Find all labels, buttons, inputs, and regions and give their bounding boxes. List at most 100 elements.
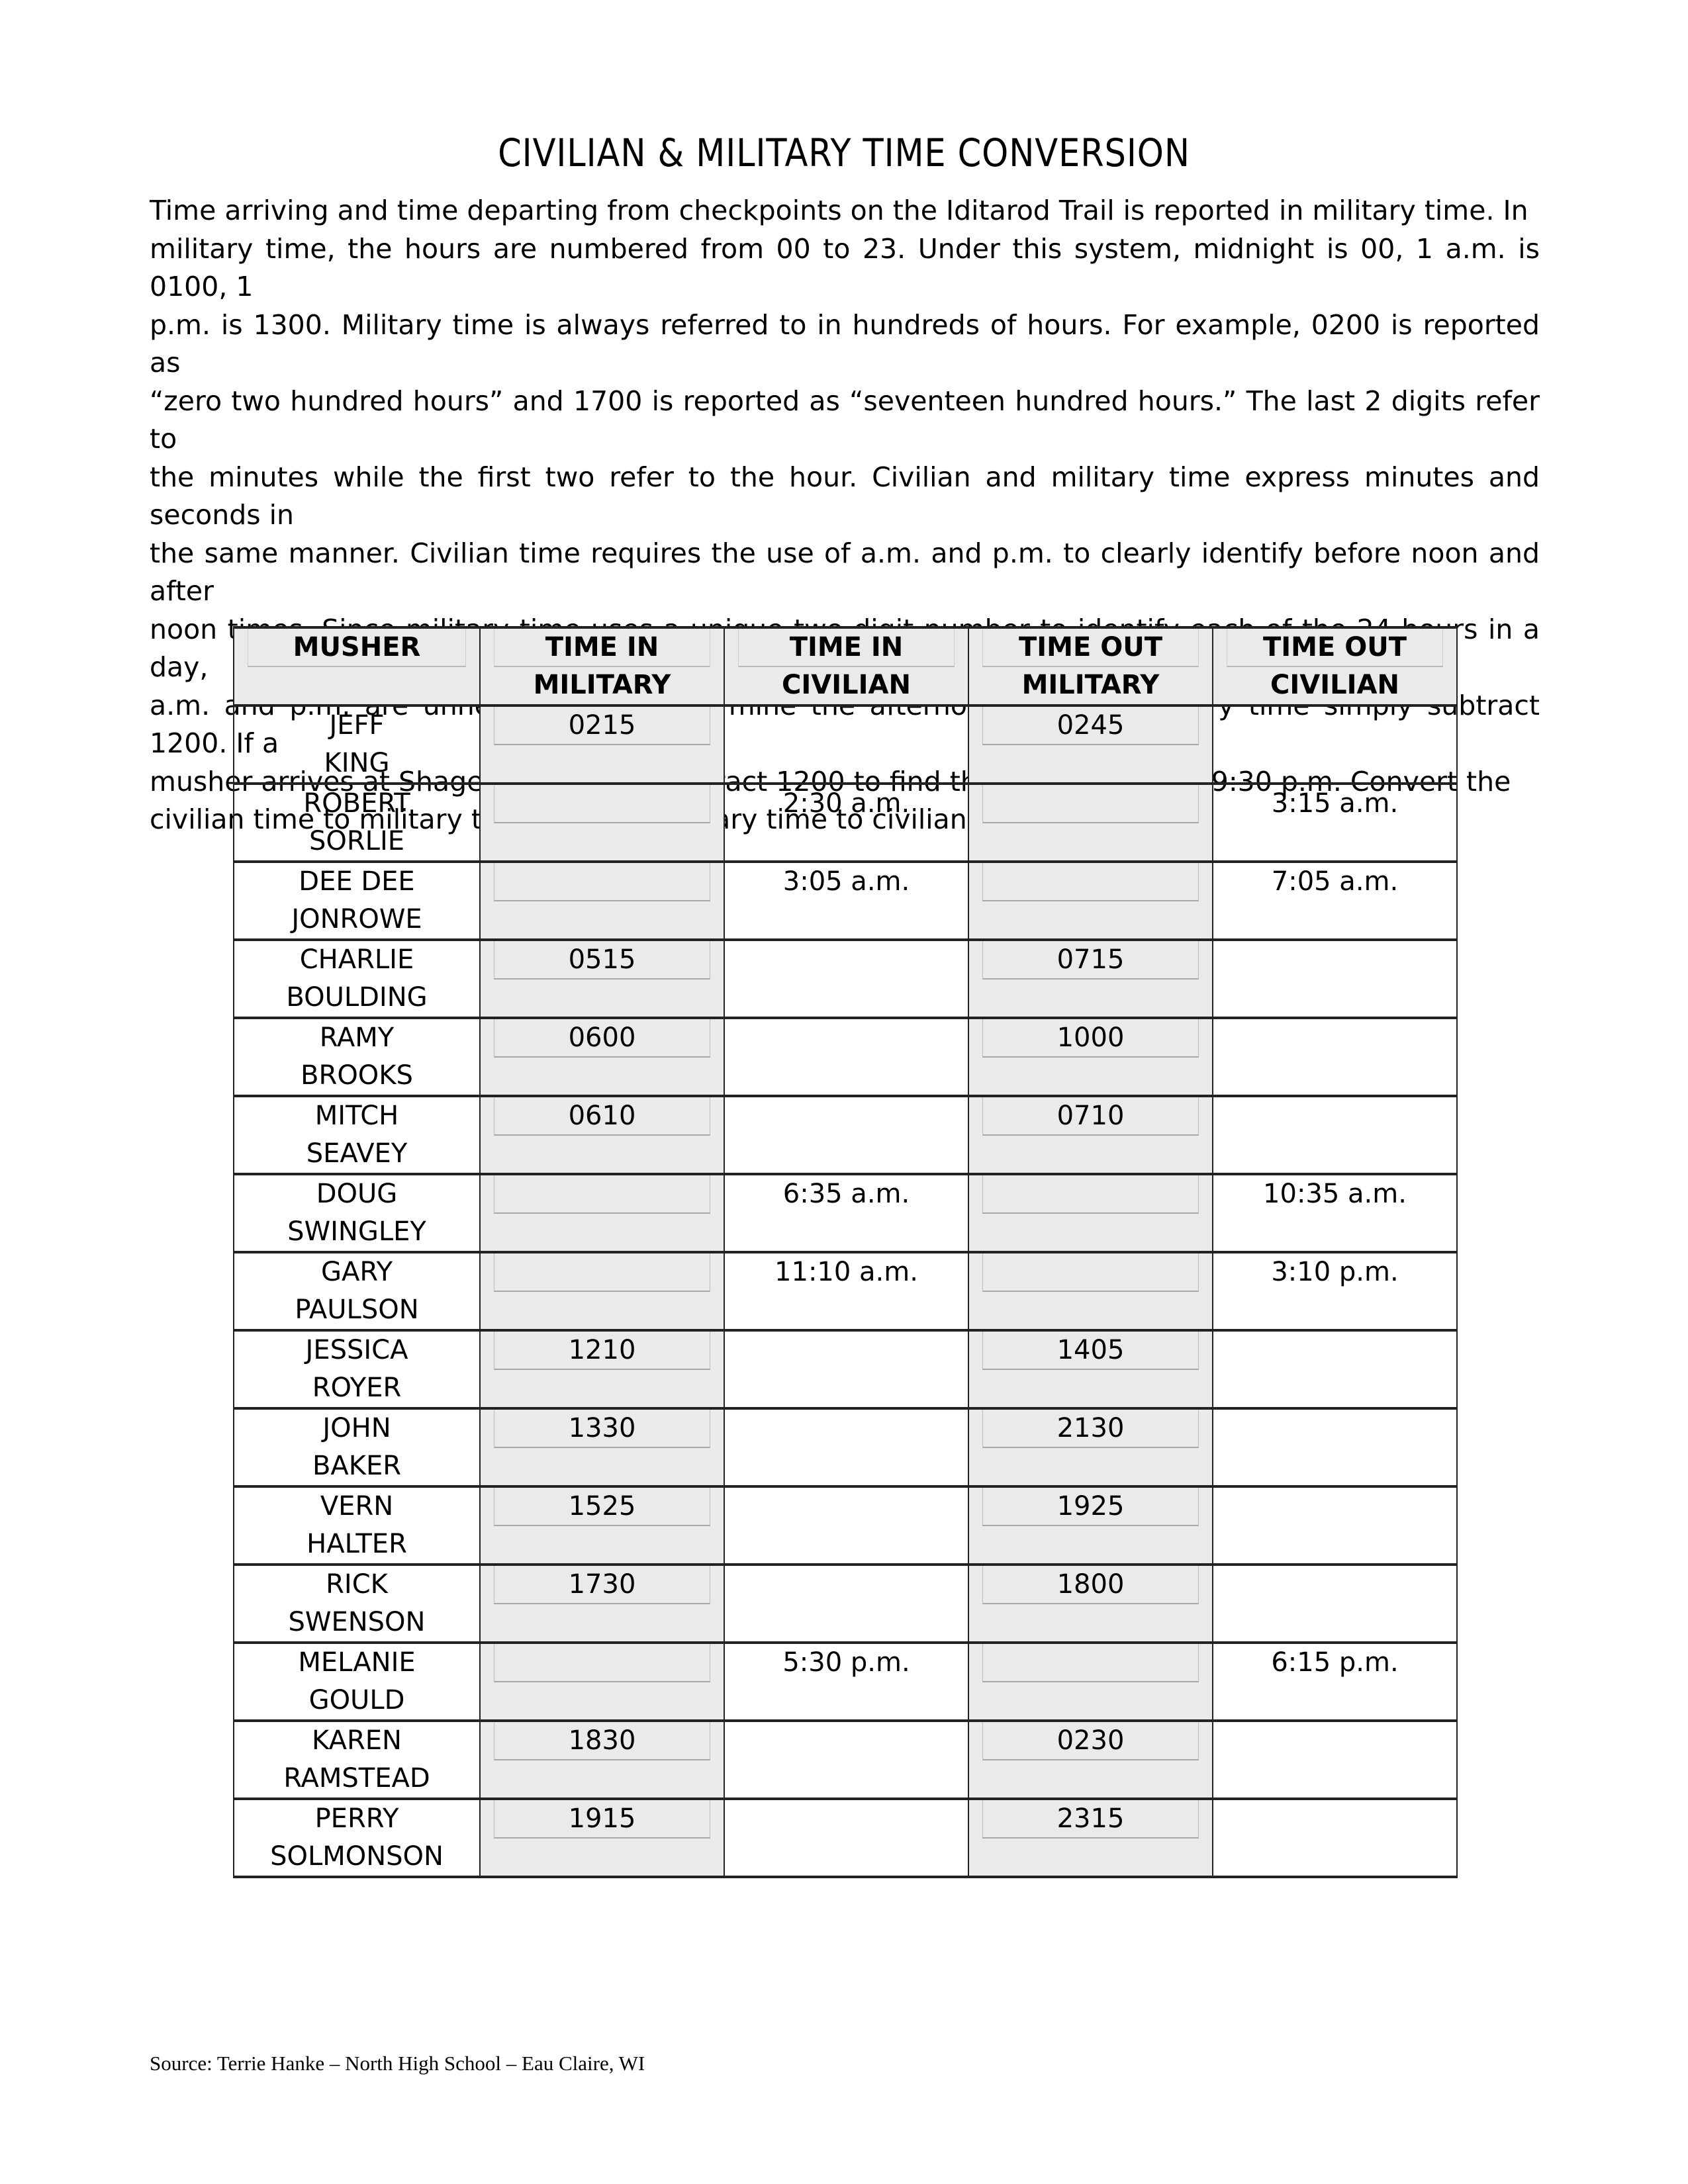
table-row: GARY PAULSON 11:10 a.m. 3:10 p.m.: [233, 1251, 1458, 1332]
time-value: 6:35 a.m.: [782, 1179, 910, 1209]
intro-line: p.m. is 1300. Military time is always re…: [150, 308, 1540, 379]
answer-field-box: [982, 863, 1199, 901]
time-in-civilian-cell[interactable]: [724, 1095, 969, 1175]
time-out-military-cell: 1000: [968, 1017, 1213, 1097]
musher-name-cell: CHARLIE BOULDING: [233, 938, 481, 1019]
musher-name-cell: ROBERT SORLIE: [233, 782, 481, 863]
musher-last-name: KING: [324, 748, 390, 778]
time-in-military-cell: 1210: [479, 1329, 725, 1410]
time-out-military-cell: 2130: [968, 1407, 1213, 1488]
time-out-military-cell[interactable]: [968, 860, 1213, 941]
time-value: 0230: [1056, 1725, 1125, 1756]
musher-first-name: JOHN: [322, 1413, 391, 1443]
time-in-civilian-cell[interactable]: [724, 1407, 969, 1488]
answer-field-box: [494, 1175, 710, 1214]
table-row: DEE DEE JONROWE 3:05 a.m. 7:05 a.m.: [233, 860, 1458, 941]
time-out-civilian-cell[interactable]: [1212, 1797, 1458, 1878]
time-value: 3:05 a.m.: [782, 866, 910, 897]
time-out-military-cell: 0710: [968, 1095, 1213, 1175]
musher-first-name: KAREN: [312, 1725, 402, 1756]
time-out-civilian-cell[interactable]: [1212, 1329, 1458, 1410]
time-value: 11:10 a.m.: [774, 1257, 918, 1287]
musher-last-name: SEAVEY: [306, 1138, 408, 1169]
time-out-military-cell[interactable]: [968, 1251, 1213, 1332]
time-in-military-cell[interactable]: [479, 1641, 725, 1722]
musher-first-name: JEFF: [329, 710, 385, 741]
time-value: 1525: [568, 1491, 636, 1522]
answer-field-box: [982, 1175, 1199, 1214]
time-value: 10:35 a.m.: [1263, 1179, 1407, 1209]
musher-name-cell: DOUG SWINGLEY: [233, 1173, 481, 1253]
time-value: 0610: [568, 1101, 636, 1131]
time-value: 3:10 p.m.: [1271, 1257, 1399, 1287]
time-value: 7:05 a.m.: [1271, 866, 1399, 897]
time-value: 2315: [1056, 1803, 1125, 1834]
time-out-military-cell[interactable]: [968, 782, 1213, 863]
time-value: 6:15 p.m.: [1271, 1647, 1399, 1678]
answer-field-box: [982, 1253, 1199, 1292]
header-time-in-civilian: TIME IN CIVILIAN: [724, 626, 969, 707]
answer-field-box: [982, 785, 1199, 823]
time-in-civilian-cell: 11:10 a.m.: [724, 1251, 969, 1332]
table-row: ROBERT SORLIE 2:30 a.m. 3:15 a.m.: [233, 782, 1458, 863]
header-time-in-military: TIME IN MILITARY: [479, 626, 725, 707]
answer-field-box: [494, 1644, 710, 1682]
time-out-civilian-cell[interactable]: [1212, 1485, 1458, 1566]
table-row: PERRY SOLMONSON 1915 2315: [233, 1797, 1458, 1878]
time-in-civilian-cell[interactable]: [724, 1485, 969, 1566]
time-value: 1800: [1056, 1569, 1125, 1600]
time-in-civilian-cell[interactable]: [724, 1563, 969, 1644]
intro-line: military time, the hours are numbered fr…: [150, 232, 1540, 303]
time-out-military-cell: 0715: [968, 938, 1213, 1019]
time-in-civilian-cell[interactable]: [724, 938, 969, 1019]
time-in-civilian-cell[interactable]: [724, 704, 969, 785]
musher-last-name: JONROWE: [291, 904, 422, 934]
time-in-military-cell: 1730: [479, 1563, 725, 1644]
time-out-civilian-cell[interactable]: [1212, 1095, 1458, 1175]
table-row: RICK SWENSON 1730 1800: [233, 1563, 1458, 1644]
musher-first-name: GARY: [320, 1257, 393, 1287]
time-out-civilian-cell: 10:35 a.m.: [1212, 1173, 1458, 1253]
table-header-row: MUSHER TIME IN MILITARY TIME IN CIVILIAN T…: [233, 626, 1458, 707]
answer-field-box: [494, 785, 710, 823]
musher-last-name: HALTER: [306, 1529, 407, 1559]
time-in-military-cell[interactable]: [479, 782, 725, 863]
time-in-military-cell[interactable]: [479, 1251, 725, 1332]
time-in-civilian-cell[interactable]: [724, 1329, 969, 1410]
header-musher: MUSHER: [233, 626, 481, 707]
time-value: 2:30 a.m.: [782, 788, 910, 819]
musher-name-cell: MELANIE GOULD: [233, 1641, 481, 1722]
musher-first-name: ROBERT: [303, 788, 410, 819]
time-value: 1330: [568, 1413, 636, 1443]
time-in-civilian-cell[interactable]: [724, 1017, 969, 1097]
time-out-civilian-cell[interactable]: [1212, 704, 1458, 785]
table-row: CHARLIE BOULDING 0515 0715: [233, 938, 1458, 1019]
time-in-military-cell[interactable]: [479, 860, 725, 941]
page-title: CIVILIAN & MILITARY TIME CONVERSION: [498, 130, 1190, 175]
time-in-military-cell[interactable]: [479, 1173, 725, 1253]
time-in-civilian-cell[interactable]: [724, 1797, 969, 1878]
time-in-civilian-cell[interactable]: [724, 1719, 969, 1800]
time-out-civilian-cell[interactable]: [1212, 1719, 1458, 1800]
musher-last-name: RAMSTEAD: [283, 1763, 430, 1794]
time-in-military-cell: 1830: [479, 1719, 725, 1800]
time-out-military-cell[interactable]: [968, 1173, 1213, 1253]
musher-first-name: VERN: [320, 1491, 394, 1522]
time-out-civilian-cell[interactable]: [1212, 1017, 1458, 1097]
time-in-military-cell: 0515: [479, 938, 725, 1019]
musher-first-name: RICK: [326, 1569, 388, 1600]
time-out-military-cell[interactable]: [968, 1641, 1213, 1722]
time-out-civilian-cell[interactable]: [1212, 1563, 1458, 1644]
musher-last-name: ROYER: [312, 1373, 402, 1403]
musher-first-name: RAMY: [319, 1023, 395, 1053]
musher-last-name: SWENSON: [288, 1607, 426, 1637]
time-out-civilian-cell[interactable]: [1212, 1407, 1458, 1488]
musher-first-name: JESSICA: [305, 1335, 408, 1365]
time-value: 1210: [568, 1335, 636, 1365]
musher-first-name: MITCH: [314, 1101, 399, 1131]
time-out-civilian-cell: 6:15 p.m.: [1212, 1641, 1458, 1722]
time-out-civilian-cell[interactable]: [1212, 938, 1458, 1019]
time-value: 1405: [1056, 1335, 1125, 1365]
time-value: 1830: [568, 1725, 636, 1756]
time-out-civilian-cell: 7:05 a.m.: [1212, 860, 1458, 941]
